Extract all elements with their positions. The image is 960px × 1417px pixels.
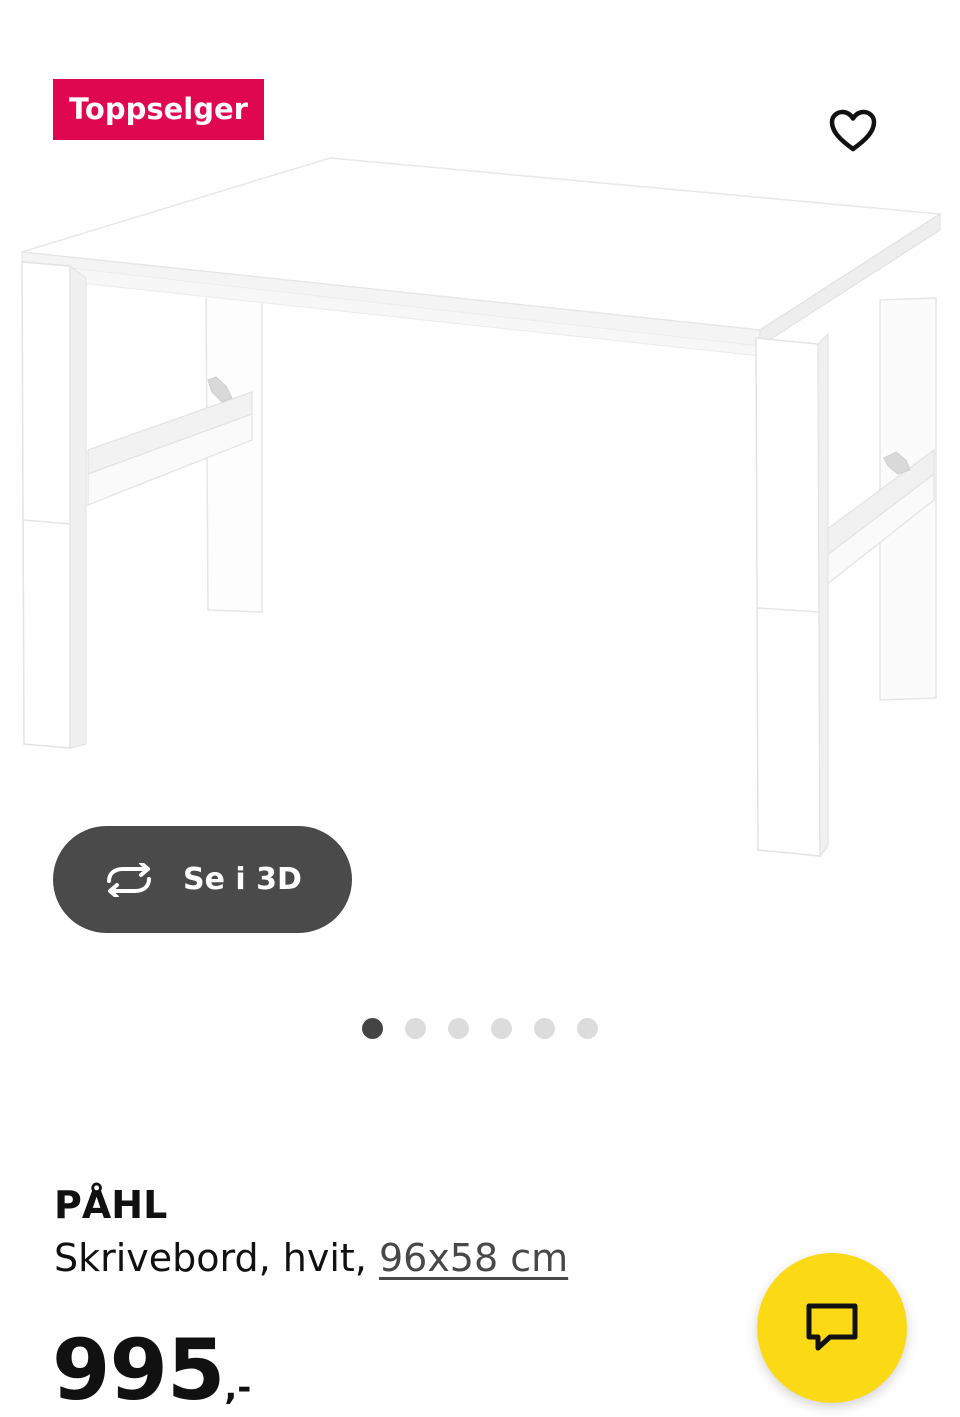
topseller-badge: Toppselger <box>53 79 264 140</box>
product-desk-image <box>21 157 943 858</box>
product-name: PÅHL <box>54 1183 168 1227</box>
carousel-dot-5[interactable] <box>534 1018 555 1039</box>
price-integer: 995 <box>52 1321 225 1417</box>
size-link[interactable]: 96x58 cm <box>379 1236 568 1280</box>
price-suffix: ,- <box>224 1368 252 1408</box>
product-price: 995 ,- <box>52 1320 251 1417</box>
product-page: Toppselger Se i 3D PÅHL Skrivebord, hvit… <box>0 0 960 1417</box>
carousel-dot-3[interactable] <box>448 1018 469 1039</box>
carousel-dot-2[interactable] <box>405 1018 426 1039</box>
heart-outline-icon <box>829 109 877 156</box>
carousel-dot-4[interactable] <box>491 1018 512 1039</box>
product-gallery[interactable]: Toppselger Se i 3D <box>0 0 960 1039</box>
carousel-dots <box>0 1018 960 1040</box>
view-in-3d-label: Se i 3D <box>183 862 302 897</box>
chat-bubble-icon <box>804 1301 860 1356</box>
favorite-button[interactable] <box>818 100 888 164</box>
chat-button[interactable] <box>757 1253 907 1403</box>
rotate-icon <box>101 862 157 897</box>
product-description-text: Skrivebord, hvit, <box>54 1236 379 1280</box>
carousel-dot-6[interactable] <box>577 1018 598 1039</box>
view-in-3d-button[interactable]: Se i 3D <box>53 826 352 933</box>
carousel-dot-1[interactable] <box>362 1018 383 1039</box>
product-description: Skrivebord, hvit, 96x58 cm <box>54 1232 568 1284</box>
